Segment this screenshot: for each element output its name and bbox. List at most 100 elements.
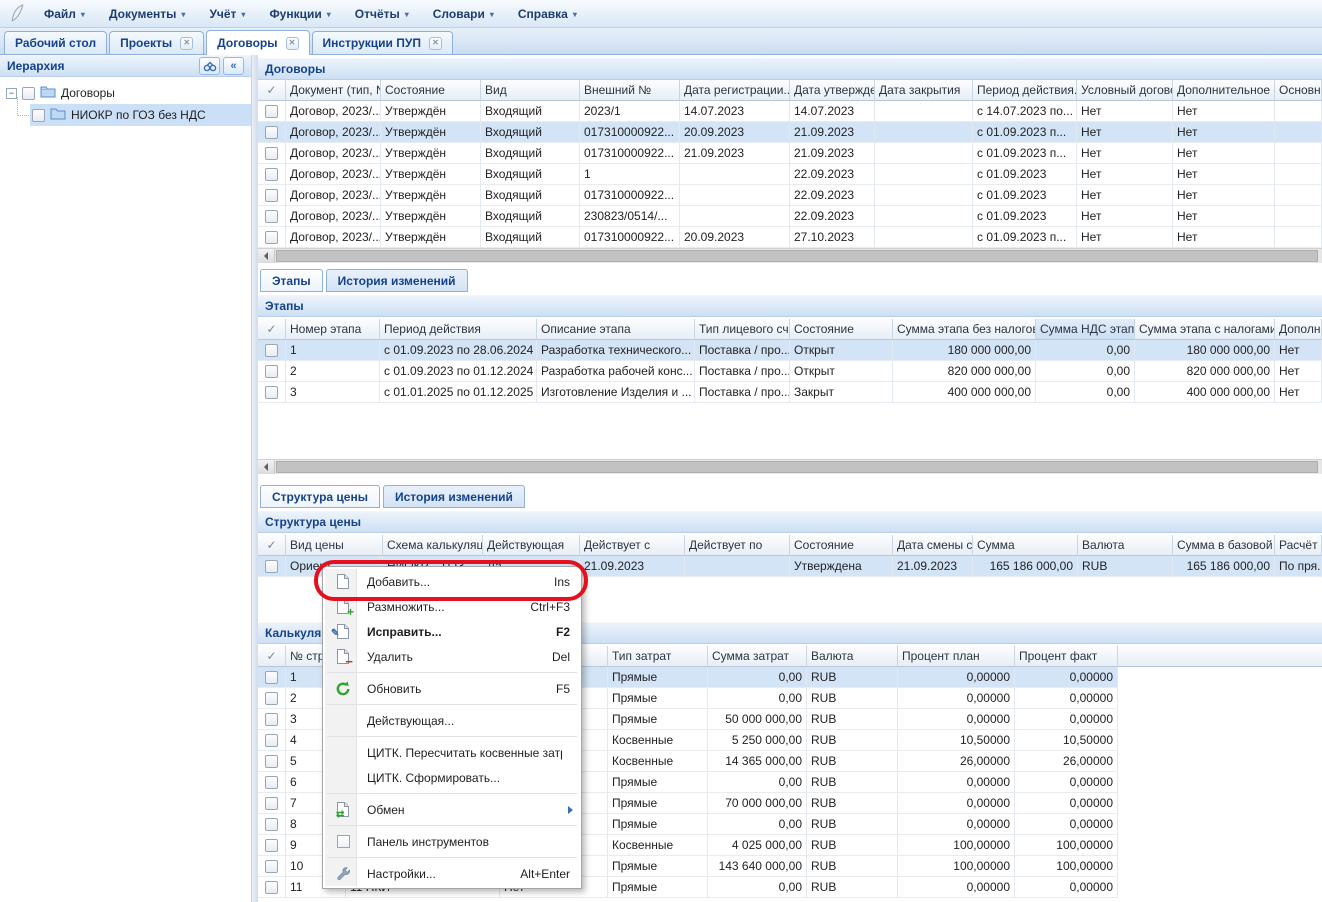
column-header[interactable]: Сумма затрат (708, 646, 807, 667)
column-header[interactable]: Период действия... (973, 80, 1077, 101)
row-checkbox[interactable] (265, 818, 278, 831)
menu-item-citk-form[interactable]: ЦИТК. Сформировать... (325, 765, 579, 790)
row-checkbox[interactable] (265, 839, 278, 852)
row-checkbox[interactable] (265, 126, 278, 139)
tab-stages-history[interactable]: История изменений (326, 269, 468, 292)
column-header[interactable]: Вид цены (286, 535, 383, 556)
table-row[interactable]: Договор, 2023/...УтверждёнВходящий017310… (258, 122, 1322, 143)
tab-stages[interactable]: Этапы (260, 269, 323, 292)
column-header[interactable]: Период действия (380, 319, 537, 340)
row-checkbox[interactable] (265, 105, 278, 118)
column-header[interactable]: Вид (481, 80, 580, 101)
tree-item-niokr[interactable]: НИОКР по ГОЗ без НДС (30, 104, 251, 126)
horizontal-scrollbar[interactable] (258, 248, 1322, 263)
column-header[interactable]: Тип затрат (608, 646, 708, 667)
table-row[interactable]: Договор, 2023/...УтверждёнВходящий017310… (258, 185, 1322, 206)
row-checkbox[interactable] (265, 713, 278, 726)
column-header[interactable]: Сумма (973, 535, 1078, 556)
menu-functions[interactable]: Функции (257, 4, 342, 24)
row-checkbox[interactable] (265, 344, 278, 357)
row-checkbox[interactable] (265, 168, 278, 181)
column-header[interactable]: ✓ (258, 80, 286, 101)
column-header[interactable]: Тип лицевого счёт (695, 319, 790, 340)
row-checkbox[interactable] (265, 386, 278, 399)
column-header[interactable]: Процент план (898, 646, 1015, 667)
tree-expand-toggle-icon[interactable] (6, 88, 17, 99)
column-header[interactable]: Валюта (807, 646, 898, 667)
column-header[interactable]: Сумма этапа без налогов (893, 319, 1036, 340)
column-header[interactable]: Описание этапа (537, 319, 695, 340)
scroll-left-arrow-icon[interactable] (258, 460, 275, 474)
table-row[interactable]: Договор, 2023/...УтверждёнВходящий122.09… (258, 164, 1322, 185)
column-header[interactable]: ✓ (258, 535, 286, 556)
menu-item-edit[interactable]: ✎Исправить...F2 (325, 619, 579, 644)
menu-file[interactable]: Файл (32, 4, 97, 24)
row-checkbox[interactable] (265, 860, 278, 873)
menu-item-exchange[interactable]: ⇄Обмен (325, 797, 579, 822)
column-header[interactable]: Расчёт (1275, 535, 1322, 556)
scrollbar-thumb[interactable] (276, 250, 1318, 262)
column-header[interactable]: Схема калькуляци (383, 535, 483, 556)
tree-item-contracts[interactable]: Договоры (0, 82, 251, 104)
column-header[interactable]: Документ (тип, № (286, 80, 381, 101)
menu-item-acting[interactable]: Действующая... (325, 708, 579, 733)
scrollbar-thumb[interactable] (276, 461, 1318, 473)
window-tab-desktop[interactable]: Рабочий стол (4, 31, 107, 54)
row-checkbox[interactable] (265, 734, 278, 747)
column-header[interactable]: Дата смены состоя (893, 535, 973, 556)
menu-item-add[interactable]: Добавить...Ins (325, 569, 579, 594)
column-header[interactable]: Номер этапа (286, 319, 380, 340)
tab-close-icon[interactable] (286, 37, 299, 50)
row-checkbox[interactable] (265, 881, 278, 894)
menu-help[interactable]: Справка (506, 4, 589, 24)
tab-price-structure[interactable]: Структура цены (260, 485, 380, 508)
menu-item-citk-recalc[interactable]: ЦИТК. Пересчитать косвенные затраты... (325, 740, 579, 765)
row-checkbox[interactable] (265, 755, 278, 768)
column-header[interactable]: Состояние (790, 319, 893, 340)
menu-item-settings[interactable]: Настройки...Alt+Enter (325, 861, 579, 886)
row-checkbox[interactable] (265, 210, 278, 223)
column-header[interactable]: Действует по (685, 535, 790, 556)
column-header[interactable]: Внешний № (580, 80, 680, 101)
tab-price-history[interactable]: История изменений (383, 485, 525, 508)
row-checkbox[interactable] (265, 560, 278, 573)
menu-reports[interactable]: Отчёты (343, 4, 421, 24)
row-checkbox[interactable] (265, 365, 278, 378)
column-header[interactable]: Дополнительное с (1173, 80, 1275, 101)
menu-item-toolbar[interactable]: Панель инструментов (325, 829, 579, 854)
column-header[interactable]: Состояние (790, 535, 893, 556)
horizontal-scrollbar[interactable] (258, 459, 1322, 474)
column-header[interactable]: Дата регистрации... (680, 80, 790, 101)
table-row[interactable]: 3с 01.01.2025 по 01.12.2025Изготовление … (258, 382, 1322, 403)
window-tab-instructions[interactable]: Инструкции ПУП (312, 31, 453, 54)
row-checkbox[interactable] (265, 692, 278, 705)
window-tab-projects[interactable]: Проекты (109, 31, 204, 54)
menu-item-duplicate[interactable]: +Размножить...Ctrl+F3 (325, 594, 579, 619)
scroll-left-arrow-icon[interactable] (258, 249, 275, 263)
column-header[interactable]: Сумма этапа с налогами (1135, 319, 1275, 340)
row-checkbox[interactable] (265, 797, 278, 810)
window-tab-contracts[interactable]: Договоры (206, 30, 309, 55)
column-header[interactable]: Основн... (1275, 80, 1322, 101)
table-row[interactable]: Договор, 2023/...УтверждёнВходящий230823… (258, 206, 1322, 227)
column-header[interactable]: Условный договор (1077, 80, 1173, 101)
collapse-left-icon[interactable]: « (223, 57, 244, 75)
tree-checkbox[interactable] (32, 109, 45, 122)
tab-close-icon[interactable] (180, 37, 193, 50)
column-header[interactable]: Сумма НДС этапа (1036, 319, 1135, 340)
menu-item-refresh[interactable]: ОбновитьF5 (325, 676, 579, 701)
table-row[interactable]: 1с 01.09.2023 по 28.06.2024Разработка те… (258, 340, 1322, 361)
column-header[interactable]: ✓ (258, 319, 286, 340)
column-header[interactable]: Действующая (483, 535, 580, 556)
menu-dictionaries[interactable]: Словари (421, 4, 506, 24)
binoculars-icon[interactable] (199, 57, 220, 75)
table-row[interactable]: Договор, 2023/...УтверждёнВходящий017310… (258, 143, 1322, 164)
table-row[interactable]: Договор, 2023/...УтверждёнВходящий017310… (258, 227, 1322, 248)
column-header[interactable]: Валюта (1078, 535, 1173, 556)
tab-close-icon[interactable] (429, 37, 442, 50)
menu-item-delete[interactable]: −УдалитьDel (325, 644, 579, 669)
table-row[interactable]: 2с 01.09.2023 по 01.12.2024Разработка ра… (258, 361, 1322, 382)
column-header[interactable]: Процент факт (1015, 646, 1118, 667)
column-header[interactable]: Действует с (580, 535, 685, 556)
column-header[interactable]: Дополн... (1275, 319, 1322, 340)
